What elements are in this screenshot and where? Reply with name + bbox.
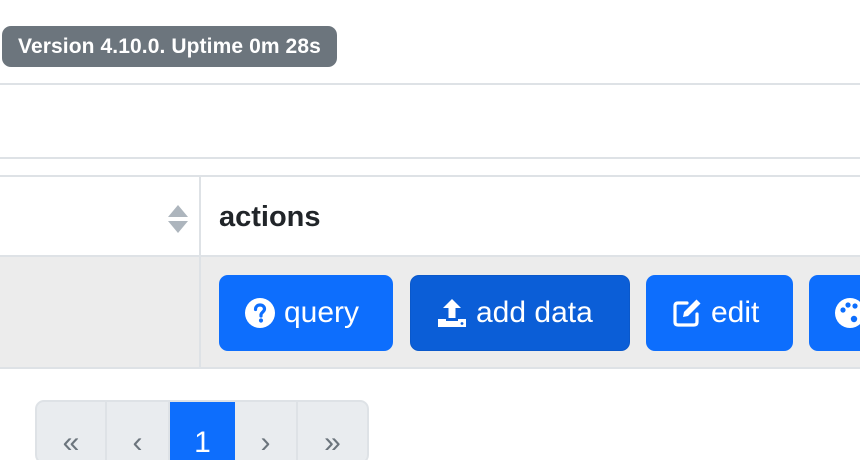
pagination-next[interactable]: › — [235, 402, 298, 460]
query-button[interactable]: query — [219, 275, 393, 351]
column-header-previous[interactable] — [0, 177, 201, 257]
pagination: « ‹ 1 › » — [35, 400, 369, 460]
pagination-page-1[interactable]: 1 — [170, 402, 235, 460]
question-circle-icon — [245, 298, 275, 328]
edit-button[interactable]: edit — [646, 275, 793, 351]
table-cell — [0, 257, 201, 367]
version-badge: Version 4.10.0. Uptime 0m 28s — [2, 26, 337, 67]
divider-top — [0, 83, 860, 85]
column-header-actions: actions — [219, 200, 321, 233]
table-row: query add data edit — [0, 257, 860, 369]
add-data-button[interactable]: add data — [410, 275, 630, 351]
pagination-last[interactable]: » — [298, 402, 367, 460]
page: Version 4.10.0. Uptime 0m 28s actions qu… — [0, 0, 860, 460]
palette-icon — [835, 298, 860, 328]
add-data-button-label: add data — [476, 296, 593, 329]
pagination-first[interactable]: « — [37, 402, 107, 460]
edit-button-label: edit — [711, 296, 760, 329]
sort-icon[interactable] — [166, 203, 190, 235]
edit-icon — [673, 299, 701, 327]
pagination-previous[interactable]: ‹ — [107, 402, 170, 460]
table-header-row: actions — [0, 175, 860, 257]
palette-button[interactable] — [809, 275, 860, 351]
query-button-label: query — [284, 296, 360, 329]
divider-bottom — [0, 157, 860, 159]
upload-icon — [438, 299, 466, 327]
